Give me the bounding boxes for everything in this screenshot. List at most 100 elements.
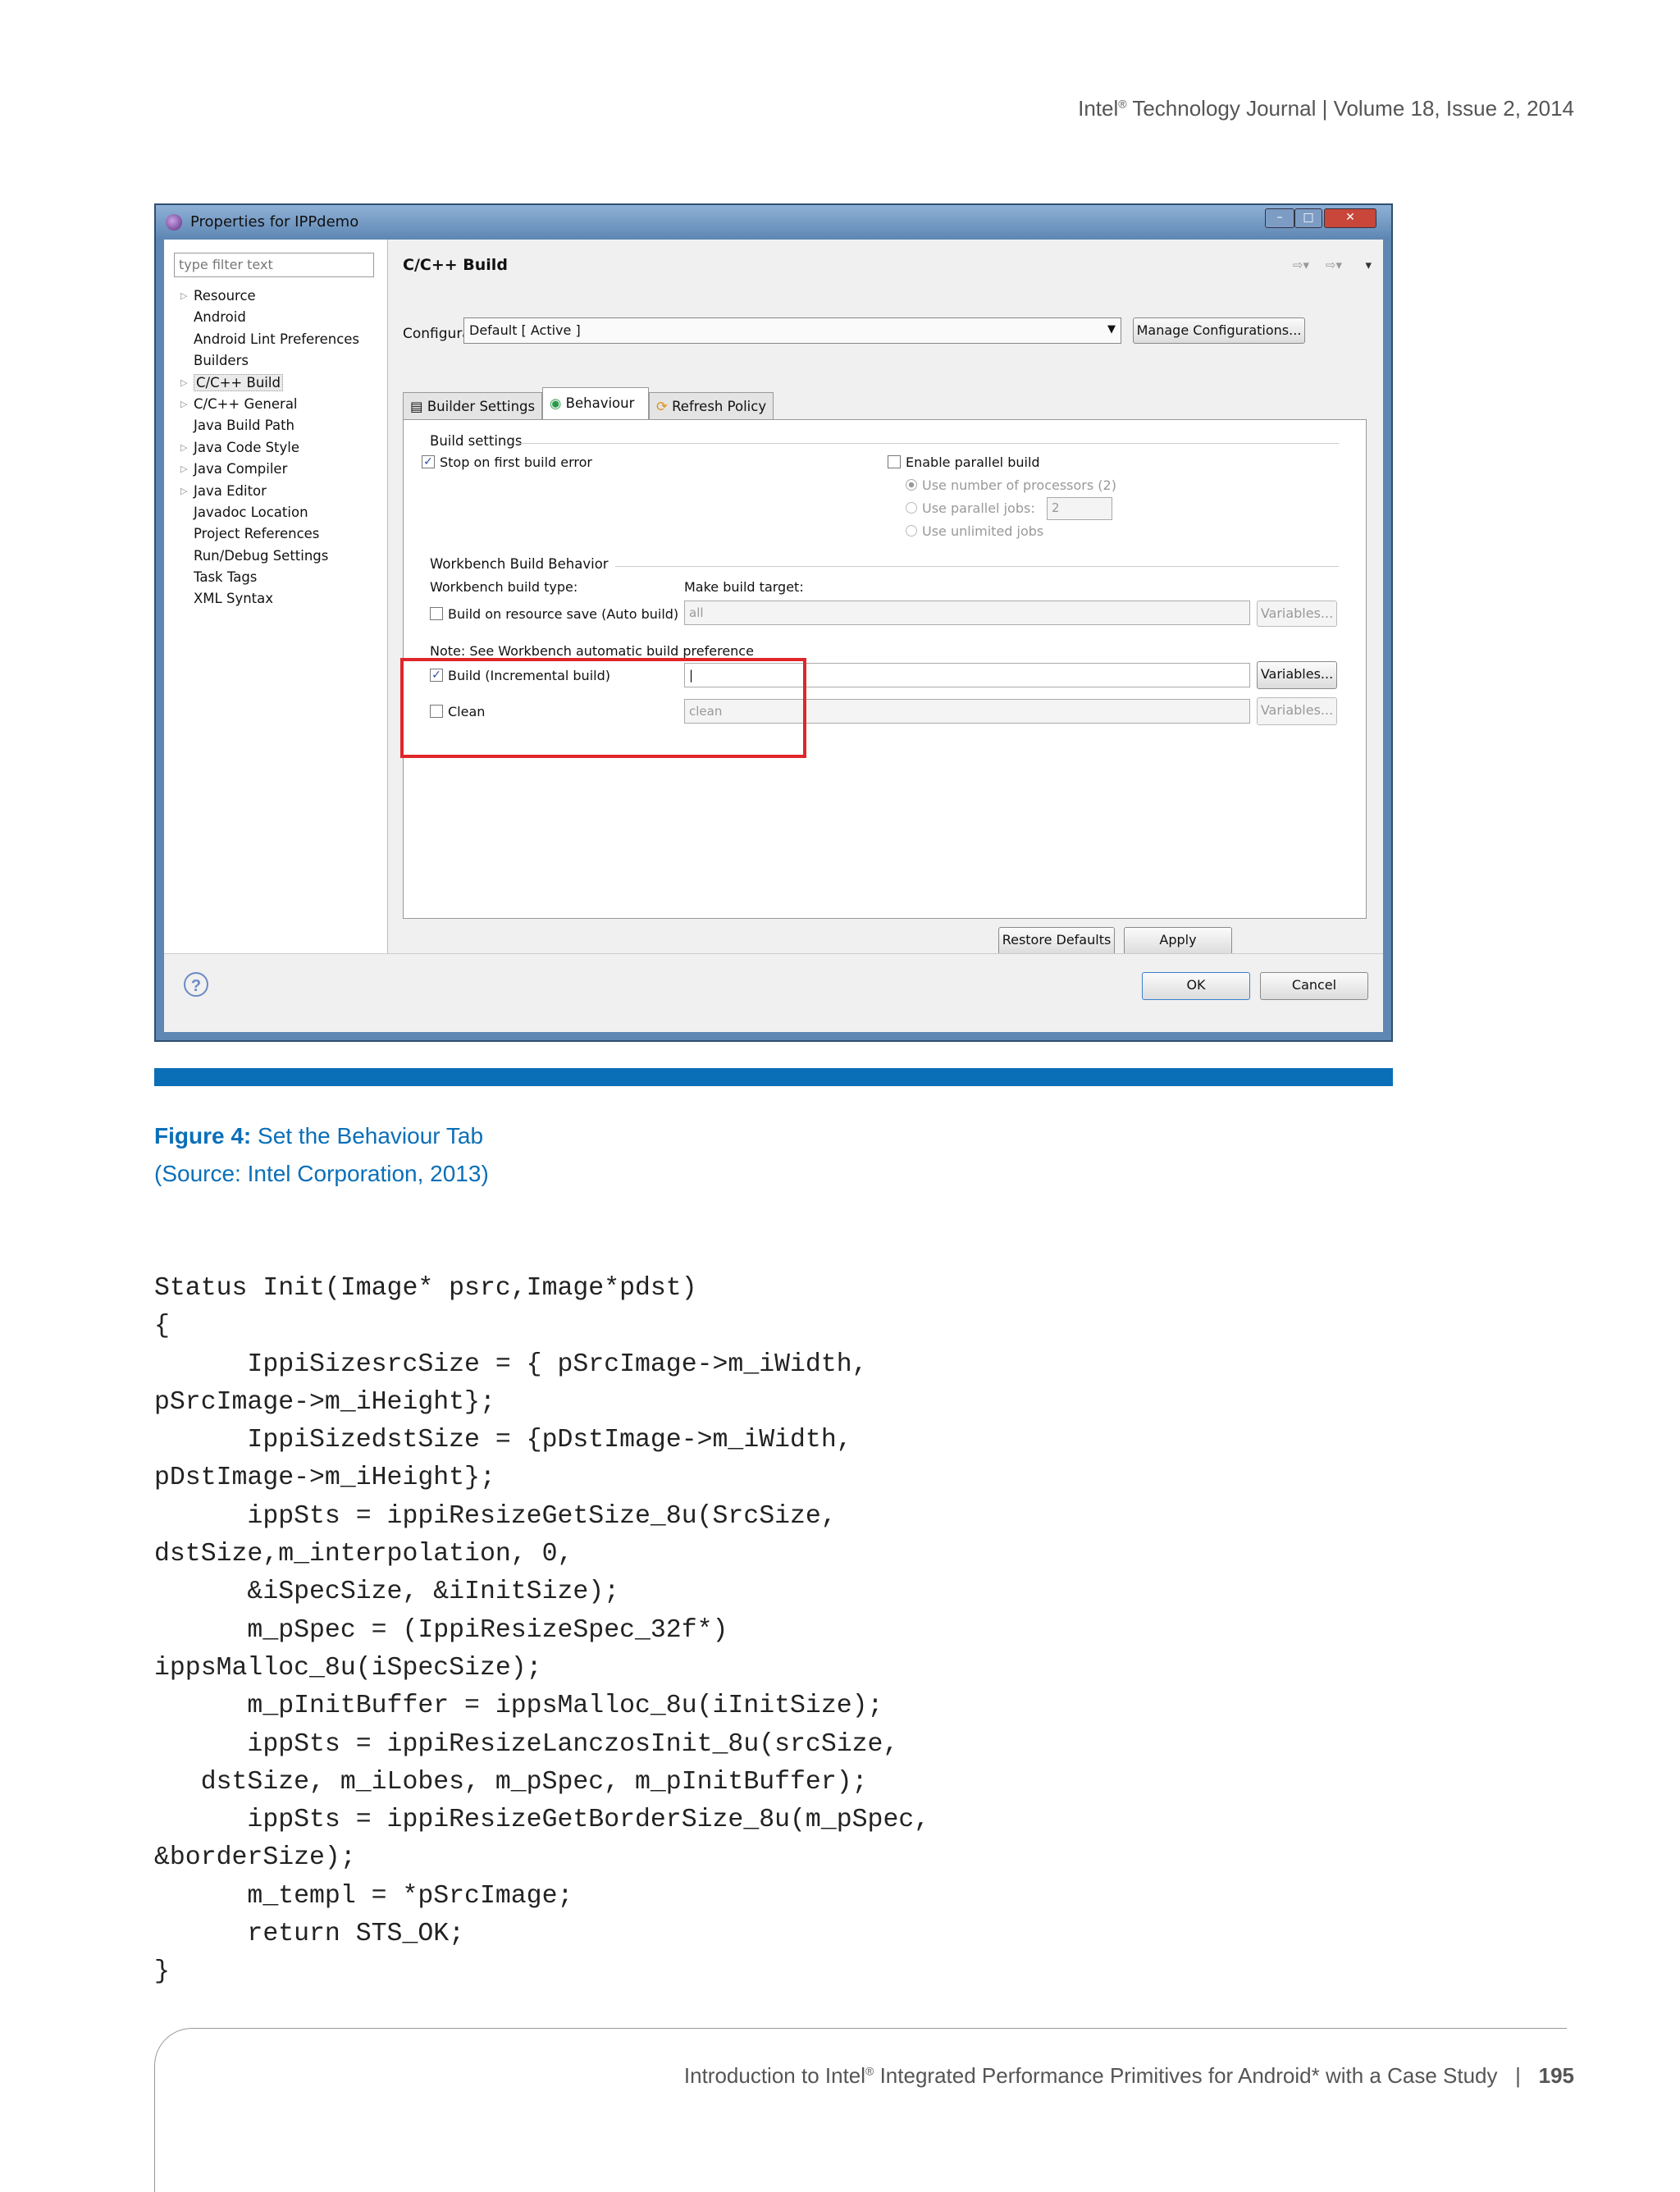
footer-rule (154, 2028, 1567, 2192)
use-processors-radio[interactable] (906, 479, 917, 491)
figure-rule (154, 1068, 1393, 1086)
tree-item[interactable]: Run/Debug Settings (169, 546, 384, 567)
auto-build-variables-button[interactable]: Variables... (1257, 601, 1337, 627)
tree-item-label: Android (194, 309, 246, 326)
workbench-note: Note: See Workbench automatic build pref… (430, 643, 754, 659)
tree-item-label: Java Editor (194, 482, 267, 499)
auto-build-label: Build on resource save (Auto build) (448, 606, 679, 622)
radio-icon: ◉ (550, 395, 562, 411)
use-processors-label: Use number of processors (2) (922, 477, 1116, 493)
expand-arrow-icon[interactable]: ▷ (180, 437, 187, 459)
tree-item-label: Builders (194, 353, 249, 369)
tree-item-label: Java Code Style (194, 439, 300, 455)
configuration-select[interactable]: Default [ Active ] ▼ (463, 317, 1121, 344)
tree-list: ▷ Resource Android Android Lint Preferences… (169, 285, 384, 610)
list-icon: ▤ (410, 399, 423, 414)
dialog-button-bar: ? OK Cancel (164, 953, 1383, 1028)
figure-label: Figure 4: (154, 1123, 252, 1149)
build-type-label: Workbench build type: (430, 579, 578, 595)
tree-item-label: Java Build Path (194, 418, 295, 434)
use-unlimited-radio[interactable] (906, 525, 917, 537)
expand-arrow-icon[interactable]: ▷ (180, 285, 187, 307)
dropdown-arrow-icon: ▼ (1107, 323, 1116, 336)
expand-arrow-icon[interactable]: ▷ (180, 481, 187, 502)
group-divider (615, 566, 1339, 567)
auto-build-checkbox[interactable] (430, 607, 443, 620)
auto-build-target-input[interactable]: all (684, 601, 1250, 625)
tree-item[interactable]: Task Tags (169, 567, 384, 588)
tab-refresh-policy[interactable]: ⟳ Refresh Policy (649, 392, 774, 420)
build-settings-group: Build settings (430, 433, 523, 449)
workbench-group: Workbench Build Behavior (430, 556, 609, 572)
build-target-label: Make build target: (684, 579, 804, 595)
restore-defaults-button[interactable]: Restore Defaults (998, 927, 1115, 955)
tree-item[interactable]: Java Build Path (169, 415, 384, 436)
parallel-jobs-spinner[interactable]: 2 (1047, 497, 1112, 520)
figure-title: Set the Behaviour Tab (251, 1123, 484, 1149)
code-listing: Status Init(Image* psrc,Image*pdst) { Ip… (154, 1274, 930, 1987)
stop-first-error-checkbox[interactable]: ✓ (422, 455, 435, 468)
tree-item[interactable]: Javadoc Location (169, 502, 384, 523)
tree-item[interactable]: Project References (169, 523, 384, 545)
tree-item[interactable]: ▷ Java Editor (169, 481, 384, 502)
running-header: Intel® Technology Journal | Volume 18, I… (1078, 96, 1574, 121)
tree-item[interactable]: ▷ C/C++ General (169, 394, 384, 415)
expand-arrow-icon[interactable]: ▷ (180, 394, 187, 415)
dialog-titlebar: Properties for IPPdemo – □ ✕ (156, 205, 1391, 240)
close-icon[interactable]: ✕ (1324, 208, 1376, 228)
properties-dialog: Properties for IPPdemo – □ ✕ type filter… (154, 203, 1393, 1042)
tree-item[interactable]: Android (169, 307, 384, 328)
use-parallel-jobs-label: Use parallel jobs: (922, 500, 1035, 516)
settings-panel: C/C++ Build ⇨▾ ⇨▾ ▾ Configuration: Defau… (388, 240, 1383, 955)
expand-arrow-icon[interactable]: ▷ (180, 459, 187, 480)
running-footer: Introduction to Intel® Integrated Perfor… (683, 2063, 1574, 2088)
clean-variables-button[interactable]: Variables... (1257, 697, 1337, 725)
enable-parallel-checkbox[interactable] (888, 455, 901, 468)
use-unlimited-label: Use unlimited jobs (922, 523, 1044, 539)
dialog-body: type filter text ▷ Resource Android Android… (164, 240, 1383, 1032)
tree-item[interactable]: ▷ Resource (169, 285, 384, 307)
forward-icon[interactable]: ⇨▾ (1326, 258, 1342, 272)
minimize-icon[interactable]: – (1265, 208, 1294, 228)
menu-icon[interactable]: ▾ (1365, 258, 1372, 272)
preference-tree: type filter text ▷ Resource Android Android… (164, 240, 388, 953)
tab-behaviour[interactable]: ◉ Behaviour (542, 387, 649, 420)
filter-input[interactable]: type filter text (174, 253, 374, 277)
manage-configurations-button[interactable]: Manage Configurations... (1133, 317, 1305, 344)
tree-item[interactable]: ▷ Java Code Style (169, 437, 384, 459)
tree-item[interactable]: Builders (169, 350, 384, 372)
tree-item-label: Task Tags (194, 569, 258, 586)
figure-caption: Figure 4: Set the Behaviour Tab (Source:… (154, 1117, 489, 1193)
tree-item-label: Android Lint Preferences (194, 331, 360, 347)
refresh-icon: ⟳ (656, 399, 668, 414)
enable-parallel-label: Enable parallel build (906, 454, 1040, 470)
cancel-button[interactable]: Cancel (1260, 972, 1368, 1000)
tree-item-label: Javadoc Location (194, 504, 308, 520)
tree-item[interactable]: Android Lint Preferences (169, 329, 384, 350)
ok-button[interactable]: OK (1142, 972, 1250, 1000)
highlight-box (400, 658, 806, 758)
tree-item-label: Java Compiler (194, 461, 288, 477)
tree-item-label: Run/Debug Settings (194, 547, 329, 564)
tree-item[interactable]: ▷ C/C++ Build (169, 372, 384, 394)
tree-item[interactable]: XML Syntax (169, 588, 384, 610)
help-icon[interactable]: ? (184, 972, 208, 997)
use-parallel-jobs-radio[interactable] (906, 502, 917, 514)
tree-item-label: C/C++ Build (194, 373, 283, 391)
stop-first-error-label: Stop on first build error (440, 454, 592, 470)
tree-item-label: C/C++ General (194, 395, 298, 412)
incremental-variables-button[interactable]: Variables... (1257, 661, 1337, 689)
configuration-value: Default [ Active ] (469, 322, 581, 338)
dialog-title: Properties for IPPdemo (190, 213, 359, 231)
tree-item-label: Resource (194, 288, 256, 304)
eclipse-logo-icon (166, 214, 182, 231)
maximize-icon[interactable]: □ (1294, 208, 1322, 228)
group-divider (518, 443, 1339, 444)
tree-item[interactable]: ▷ Java Compiler (169, 459, 384, 480)
back-icon[interactable]: ⇨▾ (1293, 258, 1309, 272)
tree-item-label: Project References (194, 526, 320, 542)
expand-arrow-icon[interactable]: ▷ (180, 372, 187, 394)
apply-button[interactable]: Apply (1124, 927, 1232, 955)
tab-builder-settings[interactable]: ▤ Builder Settings (403, 392, 542, 420)
tree-item-label: XML Syntax (194, 591, 274, 607)
